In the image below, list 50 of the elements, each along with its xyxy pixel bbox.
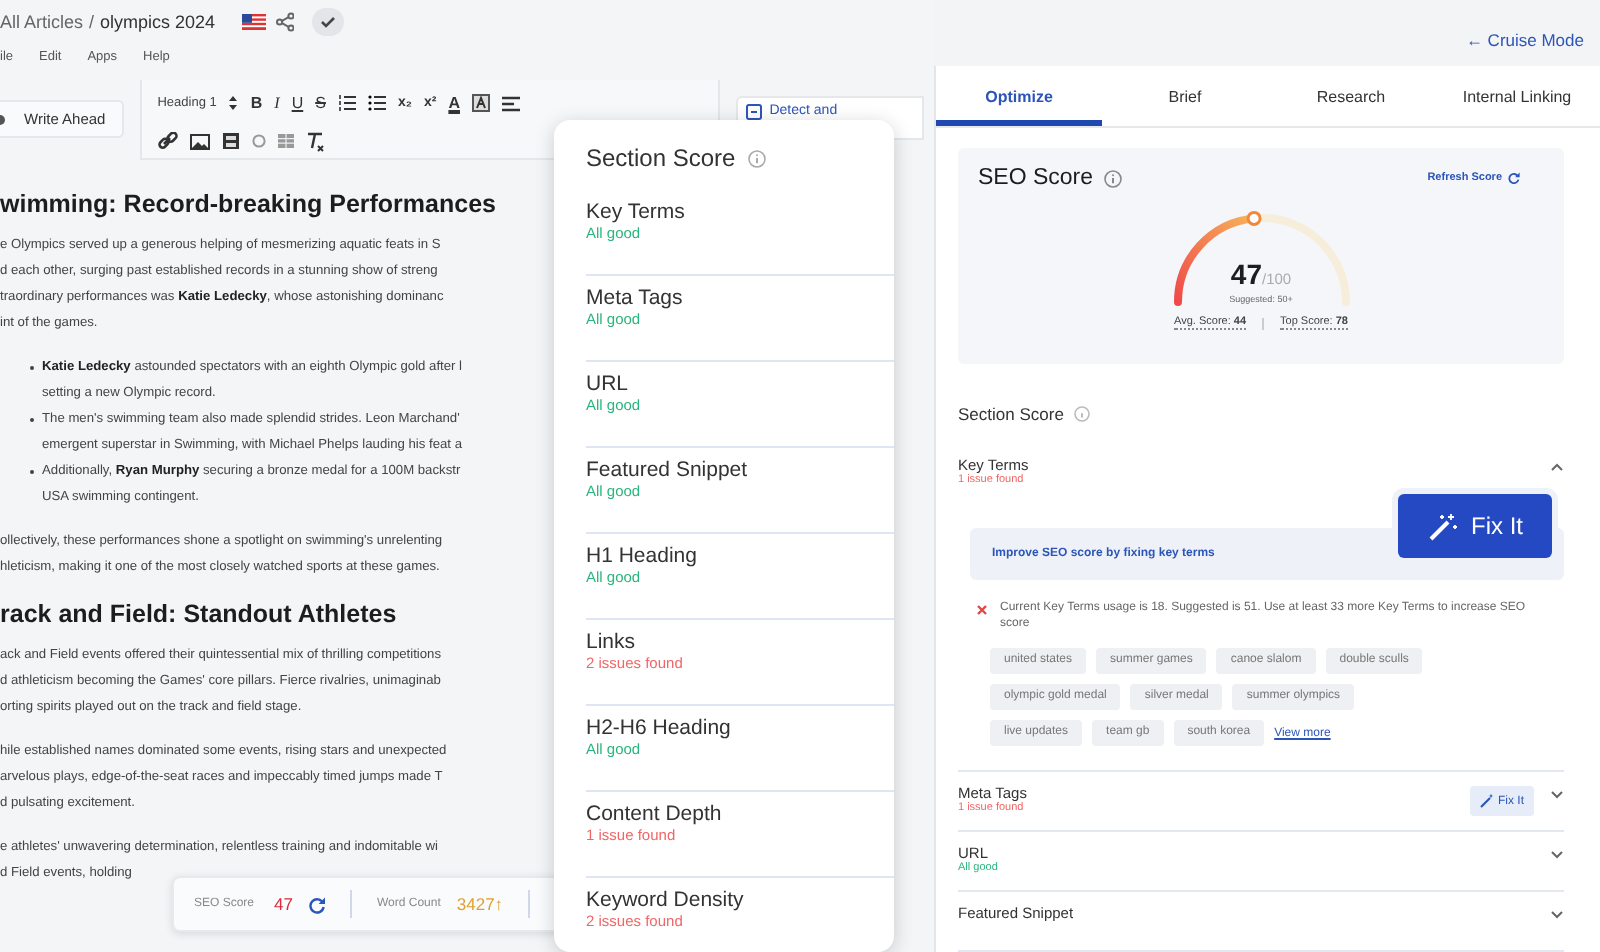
breadcrumb-separator: / [89, 12, 95, 32]
align-icon[interactable] [501, 95, 520, 111]
flag-icon [241, 14, 266, 30]
tab[interactable]: Research [1268, 66, 1434, 126]
popup-title: Section Score [586, 144, 736, 172]
card-title: SEO Score [978, 166, 1094, 190]
table-icon[interactable] [277, 134, 294, 148]
tab[interactable]: Optimize [936, 66, 1102, 126]
circle-icon[interactable] [251, 134, 266, 148]
section-heading: rack and Field: Standout Athletes [0, 598, 399, 630]
format-button[interactable]: I [274, 94, 280, 112]
section-heading: wimming: Record-breaking Performances [0, 188, 498, 220]
bullet-list-icon[interactable] [367, 94, 386, 112]
word-count-value: 3427↑ [456, 894, 504, 914]
check-button[interactable] [311, 8, 344, 36]
score-value: 47 [1230, 258, 1262, 290]
check-icon [319, 16, 336, 28]
tab[interactable]: Brief [1102, 66, 1268, 126]
ordered-list-icon[interactable] [337, 94, 356, 112]
share-icon[interactable] [275, 12, 294, 32]
link-icon[interactable] [157, 132, 178, 150]
section-score-heading: Section Score [958, 404, 1064, 424]
tab[interactable]: Internal Linking [1434, 66, 1600, 126]
wand-icon [1480, 794, 1494, 808]
cruise-mode-link[interactable]: ← Cruise Mode [1465, 30, 1584, 50]
format-button[interactable]: B [250, 94, 263, 112]
article-title: olympics 2024 [100, 12, 216, 32]
info-icon [747, 149, 766, 167]
chevron-icon[interactable] [1550, 910, 1564, 920]
info-icon [1103, 169, 1122, 187]
chevron-icon[interactable] [1550, 850, 1564, 860]
updown-icon[interactable] [228, 94, 239, 112]
fix-it-button[interactable]: Fix It [1398, 494, 1552, 558]
detect-icon [745, 104, 762, 120]
highlight-icon[interactable] [471, 94, 490, 112]
video-icon[interactable] [221, 132, 240, 150]
breadcrumb-link[interactable]: All Articles [0, 12, 84, 32]
info-icon [1073, 406, 1090, 422]
wand-icon [1427, 511, 1457, 541]
image-icon[interactable] [189, 133, 210, 149]
format-button[interactable]: U [291, 94, 304, 112]
refresh-icon[interactable] [308, 895, 327, 913]
chevron-icon[interactable] [1550, 790, 1564, 800]
seo-score-value: 47 [274, 894, 293, 914]
chevron-icon[interactable] [1550, 462, 1564, 472]
clear-format-icon[interactable] [305, 131, 324, 151]
error-icon [976, 604, 988, 616]
text-color-button[interactable]: A [448, 94, 460, 112]
refresh-icon [1508, 172, 1520, 184]
format-button[interactable]: S [315, 94, 326, 112]
